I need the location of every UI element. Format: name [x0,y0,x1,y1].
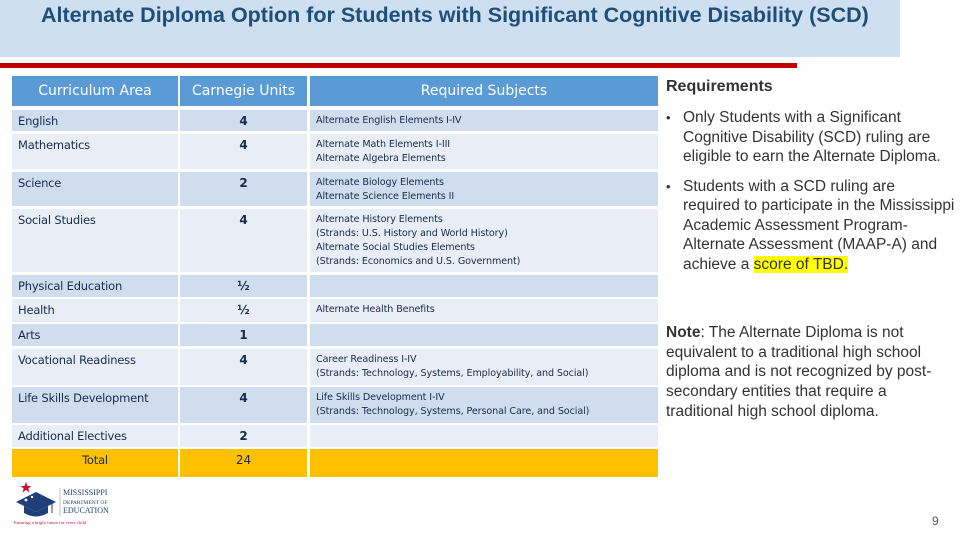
table-row: Mathematics 4 Alternate Math Elements I-II… [12,134,658,169]
header-carnegie-units: Carnegie Units [180,76,307,106]
curriculum-area-cell: Vocational Readiness [12,349,178,385]
requirements-list: • Only Students with a Significant Cogni… [666,108,956,284]
note-label: Note [666,324,701,341]
required-subjects-cell: Alternate Math Elements I-III Alternate … [310,134,658,169]
slide-title: Alternate Diploma Option for Students wi… [41,3,869,27]
requirements-heading: Requirements [666,78,773,95]
requirement-text: Only Students with a Significant Cogniti… [683,109,941,165]
curriculum-area-cell-text: Social Studies [18,213,96,227]
carnegie-units-cell-text: 4 [239,353,248,367]
graduation-cap-star-icon: MISSISSIPPI DEPARTMENT OF EDUCATION Ensu… [14,482,109,525]
table-total-row: Total 24 [12,449,658,477]
required-subjects-cell: Life Skills Development I-IV (Strands: T… [310,387,658,423]
requirements-panel: Requirements • Only Students with a Sign… [666,78,956,273]
required-subjects-cell-text: Alternate Math Elements I-III Alternate … [316,139,451,164]
carnegie-units-cell: 4 [180,110,307,131]
curriculum-area-cell-text: Mathematics [18,138,90,152]
curriculum-area-cell: Health [12,299,178,322]
required-subjects-cell-text: Alternate Biology Elements Alternate Sci… [316,177,455,202]
required-subjects-cell [310,425,658,447]
carnegie-units-cell-text: ½ [237,279,250,293]
required-subjects-cell [310,324,658,346]
carnegie-units-cell-text: 1 [239,328,248,342]
required-subjects-cell-text: Alternate Health Benefits [316,304,435,315]
mde-logo: MISSISSIPPI DEPARTMENT OF EDUCATION Ensu… [12,480,142,530]
table-row: Life Skills Development 4 Life Skills Deve… [12,387,658,423]
carnegie-units-cell: 4 [180,387,307,423]
logo-line-1: MISSISSIPPI [63,488,108,497]
required-subjects-cell: Alternate English Elements I-IV [310,110,658,131]
carnegie-units-cell: 4 [180,134,307,169]
requirement-item: • Only Students with a Significant Cogni… [666,108,956,167]
total-label: Total [82,453,108,467]
table-row: Arts 1 [12,324,658,346]
required-subjects-cell [310,275,658,297]
required-subjects-cell-text: Career Readiness I-IV (Strands: Technolo… [316,354,589,379]
curriculum-area-cell: Additional Electives [12,425,178,447]
page-number: 9 [932,514,939,528]
carnegie-units-cell-text: 2 [239,176,248,190]
carnegie-units-cell-text: 2 [239,429,248,443]
header-curriculum-area: Curriculum Area [12,76,178,106]
table-row: Additional Electives 2 [12,425,658,447]
carnegie-units-cell-text: ½ [237,303,250,317]
curriculum-area-cell: Life Skills Development [12,387,178,423]
table-header-row: Curriculum Area Carnegie Units Required … [12,76,658,106]
curriculum-area-cell: Mathematics [12,134,178,169]
table-row: English 4 Alternate English Elements I-IV [12,110,658,131]
carnegie-units-cell: ½ [180,299,307,322]
title-divider [0,63,797,68]
header-required-subjects: Required Subjects [310,76,658,106]
curriculum-area-cell: Physical Education [12,275,178,297]
note-paragraph: Note: The Alternate Diploma is not equiv… [666,323,956,422]
carnegie-units-cell: 1 [180,324,307,346]
table-row: Vocational Readiness 4 Career Readiness I-… [12,349,658,385]
curriculum-area-cell-text: Vocational Readiness [18,353,136,367]
carnegie-units-cell: 4 [180,209,307,272]
table-row: Health ½ Alternate Health Benefits [12,299,658,322]
note-text: : The Alternate Diploma is not equivalen… [666,324,932,420]
curriculum-area-cell-text: Health [18,303,55,317]
curriculum-area-cell: English [12,110,178,131]
curriculum-area-cell-text: Arts [18,328,41,342]
bullet-icon: • [666,110,671,125]
curriculum-area-cell-text: English [18,114,59,128]
required-subjects-cell: Career Readiness I-IV (Strands: Technolo… [310,349,658,385]
carnegie-units-cell: 2 [180,425,307,447]
required-subjects-cell: Alternate History Elements (Strands: U.S… [310,209,658,272]
bullet-icon: • [666,178,671,194]
carnegie-units-cell-text: 4 [239,213,248,227]
highlighted-score-text: score of TBD. [753,255,849,273]
curriculum-area-cell: Science [12,172,178,206]
required-subjects-cell-text: Alternate English Elements I-IV [316,115,462,126]
required-subjects-cell-text: Alternate History Elements (Strands: U.S… [316,214,521,267]
required-subjects-cell: Alternate Health Benefits [310,299,658,322]
logo-line-3: EDUCATION [63,506,109,515]
table-row: Science 2 Alternate Biology Elements Alter… [12,172,658,206]
curriculum-area-cell: Arts [12,324,178,346]
carnegie-units-cell: ½ [180,275,307,297]
curriculum-area-cell-text: Physical Education [18,279,123,293]
title-banner: Alternate Diploma Option for Students wi… [0,0,900,57]
total-units: 24 [235,453,252,467]
table-row: Social Studies 4 Alternate History Element… [12,209,658,272]
requirement-item: • Students with a SCD ruling are require… [666,177,956,275]
logo-tagline: Ensuring a bright future for every child [14,520,87,525]
required-subjects-cell: Alternate Biology Elements Alternate Sci… [310,172,658,206]
carnegie-units-cell: 2 [180,172,307,206]
curriculum-area-cell-text: Science [18,176,62,190]
carnegie-units-cell-text: 4 [239,114,248,128]
required-subjects-cell-text: Life Skills Development I-IV (Strands: T… [316,392,590,417]
curriculum-area-cell-text: Additional Electives [18,429,127,443]
carnegie-units-cell-text: 4 [239,391,248,405]
curriculum-area-cell-text: Life Skills Development [18,391,149,405]
curriculum-area-cell: Social Studies [12,209,178,272]
table-row: Physical Education ½ [12,275,658,297]
carnegie-units-cell-text: 4 [239,138,248,152]
carnegie-units-cell: 4 [180,349,307,385]
